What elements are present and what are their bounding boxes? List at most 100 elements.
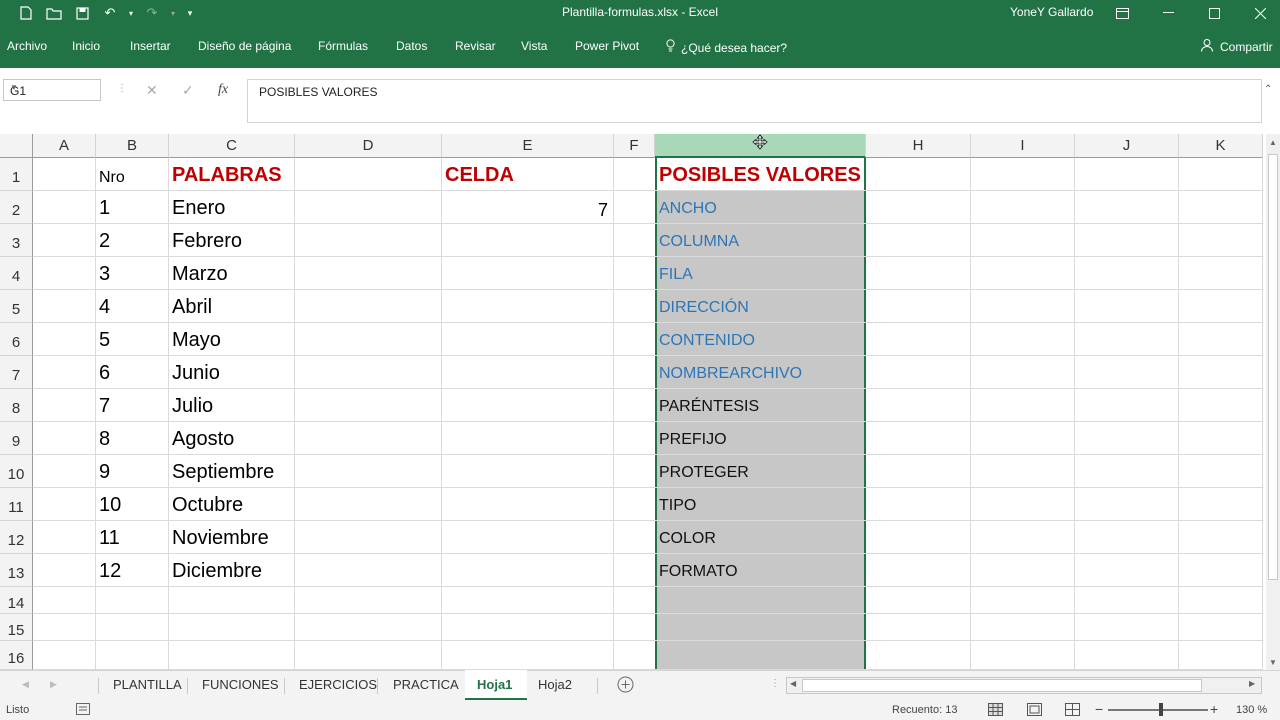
- maximize-icon[interactable]: [1191, 0, 1237, 26]
- col-header-e[interactable]: E: [442, 134, 614, 158]
- expand-formula-bar-icon[interactable]: ⌃: [1264, 84, 1272, 95]
- vertical-scroll-thumb[interactable]: [1268, 154, 1278, 580]
- prev-sheet-icon[interactable]: ◀: [22, 679, 29, 690]
- row-header[interactable]: 10: [0, 455, 33, 488]
- tab-datos[interactable]: Datos: [396, 39, 427, 53]
- cell-palabra[interactable]: Abril: [172, 296, 212, 319]
- cell-valor[interactable]: DIRECCIÓN: [659, 299, 749, 317]
- zoom-level[interactable]: 130 %: [1236, 704, 1267, 716]
- row-header[interactable]: 4: [0, 257, 33, 290]
- row-header[interactable]: 7: [0, 356, 33, 389]
- minimize-icon[interactable]: [1145, 0, 1191, 26]
- tab-formulas[interactable]: Fórmulas: [318, 39, 368, 53]
- macro-record-icon[interactable]: [76, 703, 90, 718]
- row-header[interactable]: 12: [0, 521, 33, 554]
- sheet-tab-ejercicios[interactable]: EJERCICIOS: [287, 670, 389, 700]
- scroll-left-icon[interactable]: ◀: [790, 679, 796, 688]
- cell-palabra[interactable]: Mayo: [172, 329, 221, 352]
- tell-me-search[interactable]: ¿Qué desea hacer?: [666, 39, 787, 55]
- header-celda[interactable]: CELDA: [445, 164, 514, 187]
- zoom-out-icon[interactable]: −: [1095, 701, 1103, 717]
- cell-valor[interactable]: PROTEGER: [659, 464, 749, 482]
- tab-inicio[interactable]: Inicio: [72, 39, 100, 53]
- tab-split-handle-icon[interactable]: ⋮: [770, 678, 780, 689]
- row-header[interactable]: 14: [0, 587, 33, 614]
- cell-valor[interactable]: CONTENIDO: [659, 332, 755, 350]
- cell-palabra[interactable]: Septiembre: [172, 461, 274, 484]
- cell-nro[interactable]: 3: [99, 263, 110, 286]
- cancel-entry-icon[interactable]: ✕: [146, 82, 158, 99]
- tab-insertar[interactable]: Insertar: [130, 39, 171, 53]
- scroll-right-icon[interactable]: ▶: [1249, 679, 1255, 688]
- col-header-b[interactable]: B: [96, 134, 169, 158]
- sheet-tab-funciones[interactable]: FUNCIONES: [190, 670, 291, 700]
- cell-nro[interactable]: 11: [99, 527, 120, 550]
- tab-power-pivot[interactable]: Power Pivot: [575, 39, 639, 53]
- tab-revisar[interactable]: Revisar: [455, 39, 496, 53]
- sheet-tab-plantilla[interactable]: PLANTILLA: [101, 670, 194, 700]
- row-header[interactable]: 3: [0, 224, 33, 257]
- col-header-c[interactable]: C: [169, 134, 295, 158]
- row-header[interactable]: 1: [0, 158, 33, 191]
- cell-palabra[interactable]: Marzo: [172, 263, 228, 286]
- row-header[interactable]: 13: [0, 554, 33, 587]
- cell-nro[interactable]: 10: [99, 494, 121, 517]
- row-header[interactable]: 15: [0, 614, 33, 641]
- col-header-i[interactable]: I: [971, 134, 1075, 158]
- zoom-slider[interactable]: [1108, 709, 1208, 711]
- cell-nro[interactable]: 5: [99, 329, 110, 352]
- header-posibles-valores[interactable]: POSIBLES VALORES: [659, 164, 861, 187]
- zoom-slider-thumb[interactable]: [1159, 703, 1163, 716]
- cell-valor[interactable]: FILA: [659, 266, 693, 284]
- scroll-up-icon[interactable]: ▲: [1269, 138, 1277, 147]
- col-header-k[interactable]: K: [1179, 134, 1263, 158]
- cell-valor[interactable]: FORMATO: [659, 563, 738, 581]
- cell-nro[interactable]: 6: [99, 362, 110, 385]
- col-header-f[interactable]: F: [614, 134, 655, 158]
- page-layout-view-icon[interactable]: [1027, 703, 1042, 719]
- cell-palabra[interactable]: Enero: [172, 197, 225, 220]
- cell-palabra[interactable]: Febrero: [172, 230, 242, 253]
- horizontal-scroll-thumb[interactable]: [802, 679, 1202, 692]
- page-break-view-icon[interactable]: [1065, 703, 1080, 719]
- row-header[interactable]: 2: [0, 191, 33, 224]
- ribbon-display-options-icon[interactable]: [1099, 0, 1145, 26]
- next-sheet-icon[interactable]: ▶: [50, 679, 57, 690]
- col-header-j[interactable]: J: [1075, 134, 1179, 158]
- cell-nro[interactable]: 12: [99, 560, 121, 583]
- row-header[interactable]: 16: [0, 641, 33, 670]
- row-header[interactable]: 8: [0, 389, 33, 422]
- cell-palabra[interactable]: Agosto: [172, 428, 234, 451]
- cell-nro[interactable]: 4: [99, 296, 110, 319]
- tab-archivo[interactable]: Archivo: [7, 39, 47, 53]
- cell-valor[interactable]: NOMBREARCHIVO: [659, 365, 802, 383]
- close-icon[interactable]: [1237, 0, 1280, 26]
- cell-valor[interactable]: COLOR: [659, 530, 716, 548]
- sheet-tab-hoja2[interactable]: Hoja2: [526, 670, 584, 700]
- user-name[interactable]: YoneY Gallardo: [1010, 5, 1093, 19]
- add-sheet-icon[interactable]: [617, 676, 634, 696]
- sheet-tab-hoja1[interactable]: Hoja1: [465, 670, 527, 700]
- cell-nro[interactable]: 8: [99, 428, 110, 451]
- share-button[interactable]: Compartir: [1200, 38, 1273, 55]
- confirm-entry-icon[interactable]: ✓: [182, 82, 194, 99]
- cell-palabra[interactable]: Junio: [172, 362, 220, 385]
- name-box[interactable]: G1 ▼: [3, 79, 101, 101]
- cell-palabra[interactable]: Julio: [172, 395, 213, 418]
- col-header-a[interactable]: A: [33, 134, 96, 158]
- col-header-g[interactable]: [655, 134, 866, 158]
- select-all-corner[interactable]: [0, 134, 33, 158]
- cell-nro[interactable]: 7: [99, 395, 110, 418]
- cell-valor[interactable]: TIPO: [659, 497, 696, 515]
- cell-valor[interactable]: PREFIJO: [659, 431, 727, 449]
- cell-e2[interactable]: 7: [598, 200, 608, 221]
- name-box-dropdown-icon[interactable]: ▼: [10, 83, 96, 92]
- cell-valor[interactable]: ANCHO: [659, 200, 717, 218]
- tab-vista[interactable]: Vista: [521, 39, 547, 53]
- formula-input[interactable]: POSIBLES VALORES: [247, 79, 1262, 123]
- scroll-down-icon[interactable]: ▼: [1269, 658, 1277, 667]
- cell-palabra[interactable]: Diciembre: [172, 560, 262, 583]
- header-palabras[interactable]: PALABRAS: [172, 164, 282, 187]
- cell-valor[interactable]: COLUMNA: [659, 233, 739, 251]
- cell-nro[interactable]: 9: [99, 461, 110, 484]
